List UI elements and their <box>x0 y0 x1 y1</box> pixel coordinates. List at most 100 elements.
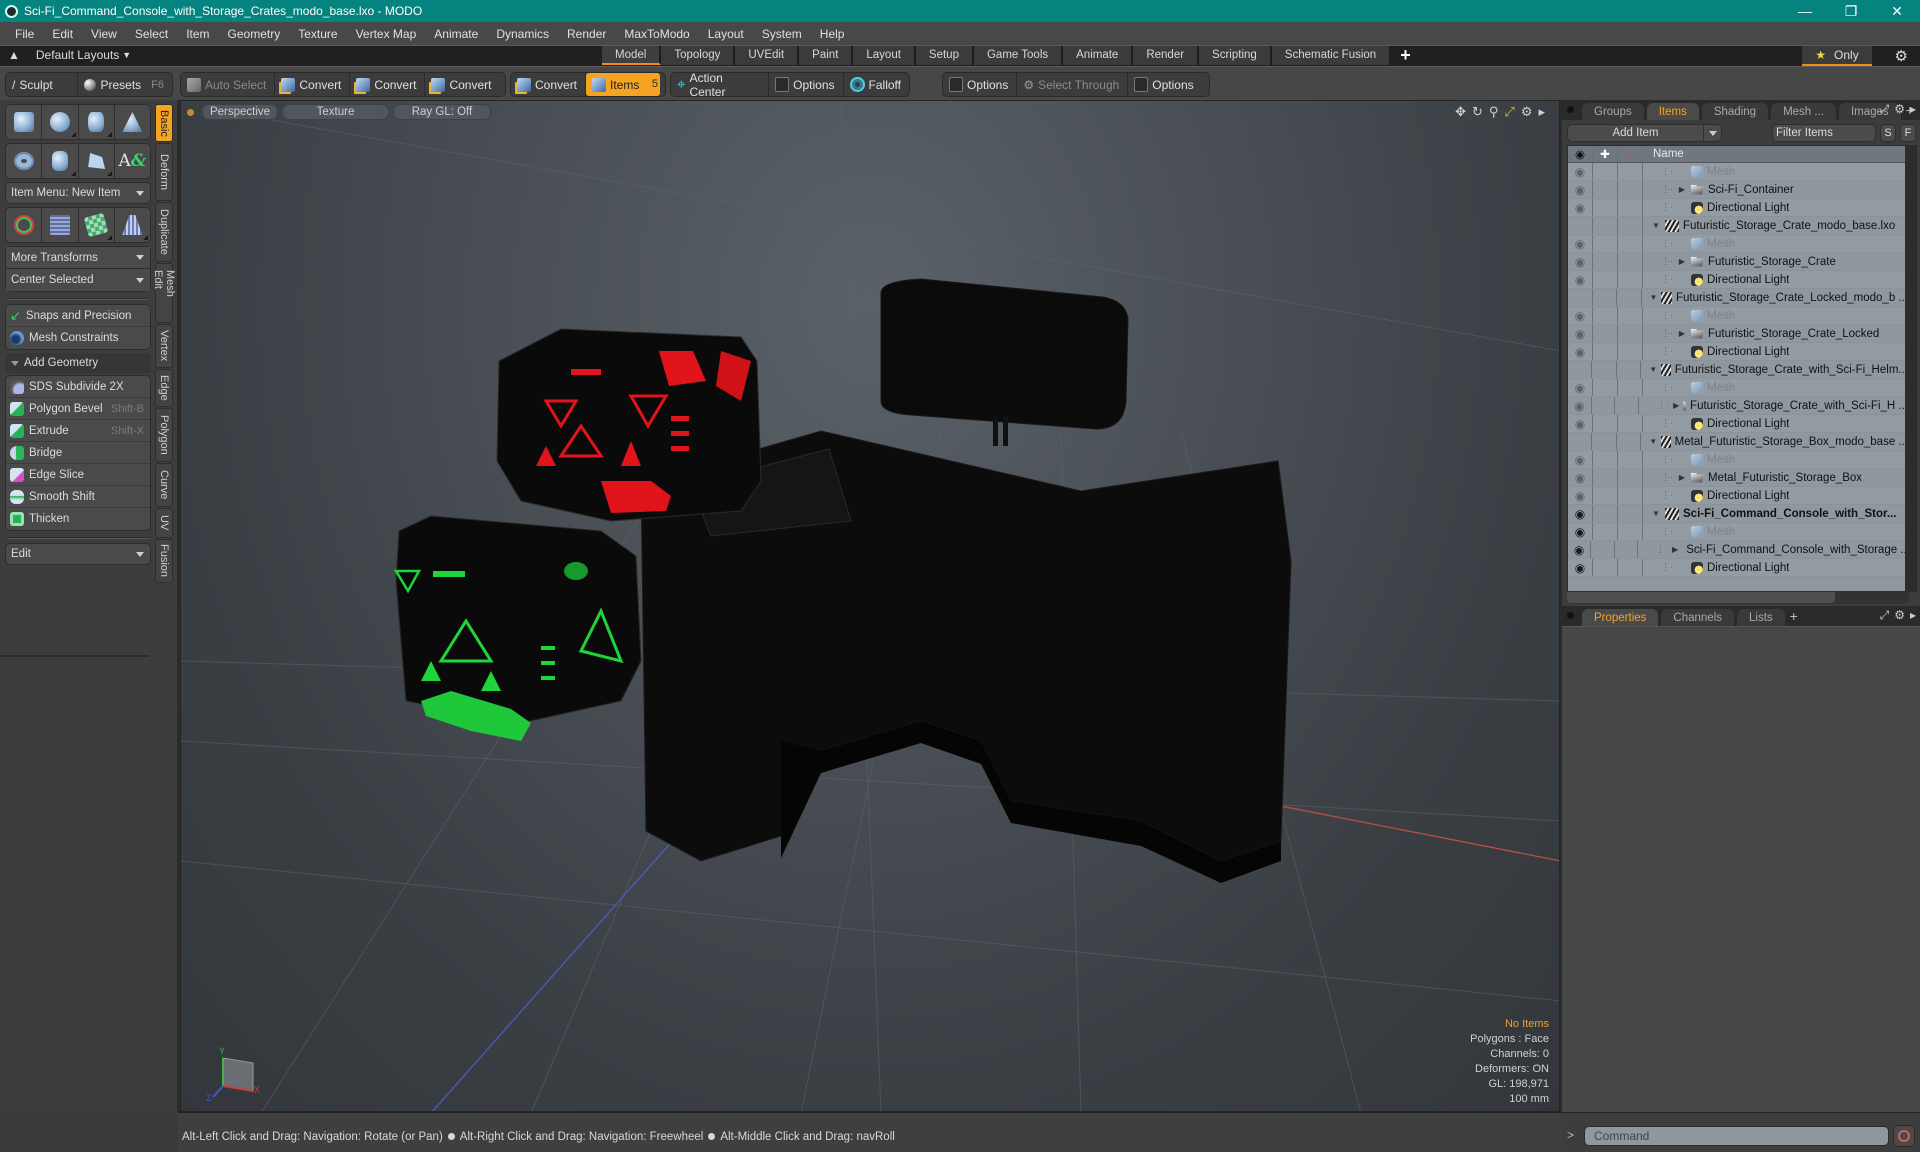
item-row[interactable]: ◉ ⋮· Mesh <box>1568 235 1908 253</box>
add-geometry-header[interactable]: Add Geometry <box>5 353 151 373</box>
tab-items[interactable]: Items <box>1646 103 1699 120</box>
vtab-vertex[interactable]: Vertex <box>155 324 173 368</box>
visibility-column-icon[interactable]: ◉ <box>1568 146 1593 162</box>
eye-icon[interactable]: ◉ <box>1575 183 1585 197</box>
expand-triangle-icon[interactable]: ▼ <box>1650 293 1658 302</box>
tab-animate[interactable]: Animate <box>1063 46 1134 65</box>
menu-edit[interactable]: Edit <box>43 27 82 41</box>
add-tab-button[interactable]: + <box>1391 46 1420 66</box>
action-center-button[interactable]: ⌖ Action Center <box>671 71 770 99</box>
shading-mode-button[interactable]: Texture <box>282 104 389 120</box>
add-tab-button[interactable]: + <box>1790 608 1798 624</box>
item-row[interactable]: ◉ ⋮· Directional Light <box>1568 487 1908 505</box>
edge-slice-button[interactable]: Edge Slice <box>6 464 150 486</box>
menu-texture[interactable]: Texture <box>289 27 346 41</box>
command-input[interactable]: Command <box>1584 1126 1889 1146</box>
lattice-tool[interactable] <box>42 208 79 242</box>
expand-triangle-icon[interactable]: ▼ <box>1649 437 1657 446</box>
eye-icon[interactable]: ◉ <box>1574 399 1584 413</box>
uv-tool[interactable] <box>79 208 115 242</box>
tab-schematic-fusion[interactable]: Schematic Fusion <box>1271 46 1392 65</box>
eye-icon[interactable]: ◉ <box>1575 489 1585 503</box>
tab-model[interactable]: Model <box>602 46 662 65</box>
pen-tool[interactable] <box>79 144 115 178</box>
vtab-deform[interactable]: Deform <box>155 143 173 201</box>
expand-triangle-icon[interactable]: ▶ <box>1677 329 1687 338</box>
3d-viewport[interactable]: Y X Z Perspective Texture Ray GL: Off ✥ … <box>180 100 1560 1112</box>
eye-icon[interactable]: ◉ <box>1575 525 1585 539</box>
item-row[interactable]: ◉ ⋮· Directional Light <box>1568 271 1908 289</box>
expand-triangle-icon[interactable]: ▶ <box>1677 257 1687 266</box>
convert-materials-button[interactable]: Convert <box>511 73 587 96</box>
eye-icon[interactable]: ◉ <box>1575 561 1585 575</box>
pan-icon[interactable]: ✥ <box>1455 104 1466 120</box>
gear-icon[interactable]: ⚙ <box>1895 47 1908 65</box>
falloff-options-button[interactable]: Options <box>943 73 1018 96</box>
filter-items-input[interactable]: Filter Items <box>1772 124 1876 142</box>
menu-select[interactable]: Select <box>126 27 177 41</box>
vtab-duplicate[interactable]: Duplicate <box>155 202 173 262</box>
panel-menu-dot-icon[interactable] <box>1567 612 1574 619</box>
item-row[interactable]: ◉ ⋮· Directional Light <box>1568 415 1908 433</box>
add-item-dropdown[interactable]: Add Item <box>1567 124 1722 142</box>
item-list-scrollbar[interactable] <box>1905 145 1917 592</box>
edit-dropdown[interactable]: Edit <box>5 543 151 565</box>
tab-layout[interactable]: Layout <box>853 46 916 65</box>
collapse-arrow-icon[interactable]: ▲ <box>8 48 20 62</box>
item-list-hscrollbar[interactable] <box>1567 592 1909 604</box>
expand-triangle-icon[interactable]: ▼ <box>1649 365 1657 374</box>
menu-vertex-map[interactable]: Vertex Map <box>347 27 426 41</box>
vtab-edge[interactable]: Edge <box>155 369 173 407</box>
menu-file[interactable]: File <box>6 27 43 41</box>
expand-triangle-icon[interactable]: ▶ <box>1672 545 1678 554</box>
falloff-button[interactable]: Falloff <box>844 73 909 96</box>
vtab-basic[interactable]: Basic <box>155 104 173 142</box>
eye-icon[interactable]: ◉ <box>1575 273 1585 287</box>
raygl-button[interactable]: Ray GL: Off <box>393 104 491 120</box>
eye-icon[interactable]: ◉ <box>1575 417 1585 431</box>
menu-help[interactable]: Help <box>811 27 854 41</box>
tab-uvedit[interactable]: UVEdit <box>735 46 800 65</box>
transform-tool[interactable] <box>6 208 43 242</box>
snaps-precision-button[interactable]: ↙ Snaps and Precision <box>6 305 150 327</box>
eye-icon[interactable]: ◉ <box>1575 507 1585 521</box>
vtab-fusion[interactable]: Fusion <box>155 539 173 583</box>
maximize-viewport-icon[interactable]: ⤢ <box>1504 104 1514 120</box>
panel-gear-icon[interactable]: ⚙ <box>1894 102 1905 117</box>
axis-column-icon[interactable]: ∟ <box>1618 146 1643 162</box>
eye-icon[interactable]: ◉ <box>1575 237 1585 251</box>
expand-triangle-icon[interactable]: ▶ <box>1677 473 1687 482</box>
mesh-constraints-button[interactable]: Mesh Constraints <box>6 327 150 349</box>
default-layouts-dropdown[interactable]: ▲ Default Layouts ▼ <box>8 48 131 62</box>
eye-icon[interactable]: ◉ <box>1575 327 1585 341</box>
expand-triangle-icon[interactable]: ▶ <box>1673 401 1679 410</box>
sds-subdivide-button[interactable]: SDS Subdivide 2X <box>6 376 150 398</box>
panel-gear-icon[interactable]: ⚙ <box>1894 608 1905 623</box>
smooth-shift-button[interactable]: Smooth Shift <box>6 486 150 508</box>
item-row[interactable]: ◉ ▼ Sci-Fi_Command_Console_with_Stor... <box>1568 505 1908 523</box>
center-selected-dropdown[interactable]: Center Selected <box>6 269 150 291</box>
tab-paint[interactable]: Paint <box>799 46 854 65</box>
item-row[interactable]: ◉ ⋮· Mesh <box>1568 451 1908 469</box>
expand-panel-icon[interactable]: ⤢ <box>1880 608 1890 623</box>
item-row[interactable]: ◉ ⋮· ▶ Futuristic_Storage_Crate_Locked <box>1568 325 1908 343</box>
vtab-polygon[interactable]: Polygon <box>155 408 173 462</box>
lock-column-icon[interactable]: ✚ <box>1593 146 1618 162</box>
eye-icon[interactable]: ◉ <box>1575 255 1585 269</box>
tab-groups[interactable]: Groups <box>1582 103 1644 120</box>
menu-view[interactable]: View <box>82 27 126 41</box>
viewport-settings-gear-icon[interactable]: ⚙ <box>1521 104 1533 120</box>
cylinder-tool[interactable] <box>79 105 115 139</box>
item-row[interactable]: ◉ ⋮· Directional Light <box>1568 199 1908 217</box>
close-button[interactable]: ✕ <box>1874 0 1920 22</box>
eye-icon[interactable]: ◉ <box>1575 309 1585 323</box>
item-row[interactable]: ◉ ⋮· ▶ Metal_Futuristic_Storage_Box <box>1568 469 1908 487</box>
item-row[interactable]: ◉ ⋮· Mesh <box>1568 379 1908 397</box>
expand-triangle-icon[interactable]: ▼ <box>1651 509 1661 518</box>
item-row[interactable]: ▼ Futuristic_Storage_Crate_with_Sci-Fi_He… <box>1568 361 1908 379</box>
capsule-tool[interactable] <box>42 144 79 178</box>
vtab-uv[interactable]: UV <box>155 508 173 538</box>
cone-tool[interactable] <box>115 105 150 139</box>
tab-channels[interactable]: Channels <box>1661 609 1735 626</box>
more-transforms-dropdown[interactable]: More Transforms <box>6 247 150 269</box>
